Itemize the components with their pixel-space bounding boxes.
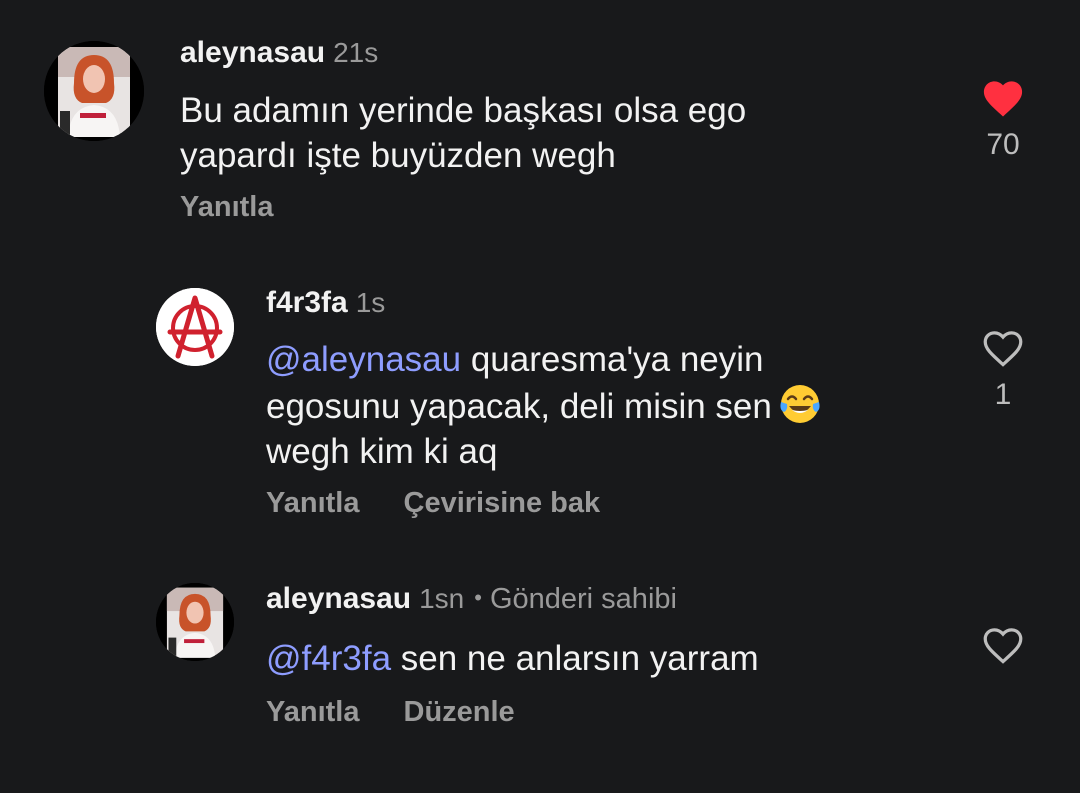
timestamp: 21s: [333, 37, 379, 68]
comment-text: @f4r3fa sen ne anlarsın yarram: [266, 636, 759, 681]
comment-text-line: egosunu yapacak, deli misin sen 😂: [266, 382, 822, 429]
mention-link[interactable]: @aleynasau: [266, 340, 461, 379]
heart-outline-icon: [983, 628, 1023, 664]
heart-filled-icon: [983, 81, 1023, 117]
comment-text-line: @f4r3fa sen ne anlarsın yarram: [266, 636, 759, 681]
timestamp: 1sn: [419, 583, 465, 614]
comment-actions: Yanıtla Çevirisine bak: [266, 489, 600, 518]
heart-outline-icon: [983, 331, 1023, 367]
username[interactable]: f4r3fa: [266, 286, 348, 319]
comment-meta: aleynasau 1sn • Gönderi sahibi: [266, 584, 677, 614]
post-owner-label: Gönderi sahibi: [489, 583, 677, 615]
like-count: 1: [994, 378, 1012, 411]
comment-text: Bu adamın yerinde başkası olsa ego yapar…: [180, 88, 746, 178]
comment-text-line: @aleynasau quaresma'ya neyin: [266, 337, 822, 382]
avatar[interactable]: [44, 41, 144, 141]
comment-text-line: yapardı işte buyüzden wegh: [180, 136, 616, 175]
comment-text-segment: sen ne anlarsın yarram: [391, 639, 759, 678]
like-button[interactable]: [973, 623, 1033, 665]
reply-button[interactable]: Yanıtla: [180, 193, 274, 222]
separator-dot: •: [474, 585, 482, 610]
timestamp: 1s: [355, 287, 386, 318]
mention-link[interactable]: @f4r3fa: [266, 639, 391, 678]
username[interactable]: aleynasau: [266, 582, 411, 615]
comment-text-line: wegh kim ki aq: [266, 432, 498, 471]
like-button[interactable]: 70: [973, 76, 1033, 160]
profile-photo-icon: [156, 583, 234, 661]
profile-photo-icon: [44, 41, 144, 141]
comment-text-line: Bu adamın yerinde başkası olsa ego: [180, 91, 747, 130]
edit-button[interactable]: Düzenle: [404, 698, 515, 727]
like-button[interactable]: 1: [973, 326, 1033, 410]
comment-meta: aleynasau 21s: [180, 38, 378, 68]
reply-button[interactable]: Yanıtla: [266, 489, 360, 518]
comment-meta: f4r3fa 1s: [266, 288, 385, 318]
face-with-tears-of-joy-icon: [780, 385, 820, 423]
username[interactable]: aleynasau: [180, 36, 325, 69]
anarchy-symbol-icon: [156, 288, 234, 366]
reply-button[interactable]: Yanıtla: [266, 698, 360, 727]
comment-text-segment: quaresma'ya neyin: [461, 340, 764, 379]
avatar[interactable]: [156, 288, 234, 366]
comment-text-segment: egosunu yapacak, deli misin sen: [266, 387, 772, 426]
see-translation-button[interactable]: Çevirisine bak: [404, 489, 601, 518]
comment-actions: Yanıtla: [180, 193, 274, 222]
comment-text: @aleynasau quaresma'ya neyin egosunu yap…: [266, 337, 822, 474]
avatar[interactable]: [156, 583, 234, 661]
comment-actions: Yanıtla Düzenle: [266, 698, 515, 727]
like-count: 70: [986, 128, 1020, 161]
